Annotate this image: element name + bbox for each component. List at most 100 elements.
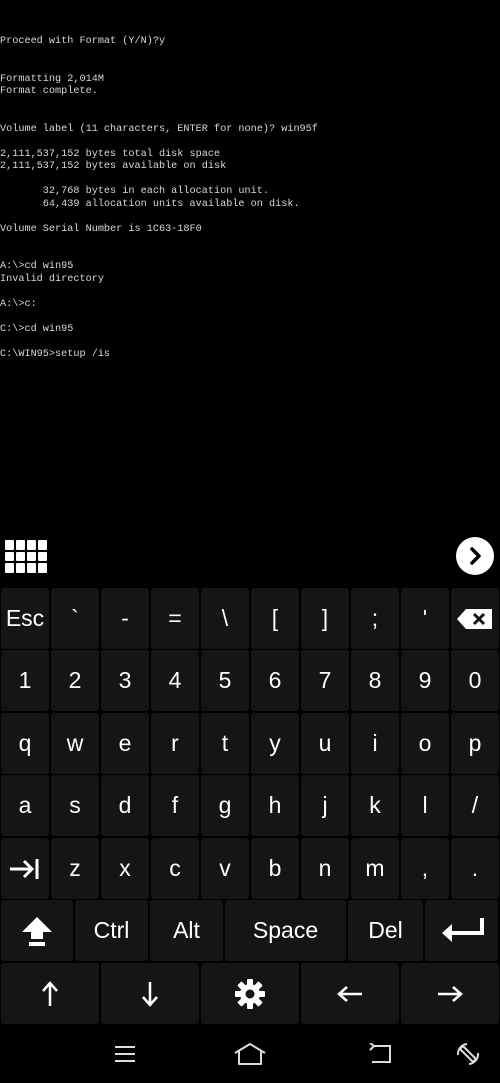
key-sym3[interactable]: = bbox=[151, 588, 199, 649]
shift-key[interactable] bbox=[1, 900, 73, 961]
key-label: 2 bbox=[68, 667, 82, 693]
key-5[interactable]: 5 bbox=[201, 650, 249, 711]
key-label: - bbox=[121, 605, 129, 631]
key-3[interactable]: 3 bbox=[101, 650, 149, 711]
arrow-left-icon bbox=[336, 984, 364, 1004]
key-label: 8 bbox=[368, 667, 382, 693]
arrow-down-key[interactable] bbox=[101, 963, 199, 1024]
key-a[interactable]: a bbox=[1, 775, 49, 836]
key-label: 4 bbox=[168, 667, 182, 693]
key-x[interactable]: x bbox=[101, 838, 149, 899]
key-t[interactable]: t bbox=[201, 713, 249, 774]
enter-key[interactable] bbox=[425, 900, 498, 961]
key-4[interactable]: 4 bbox=[151, 650, 199, 711]
key-h[interactable]: h bbox=[251, 775, 299, 836]
key-1[interactable]: 1 bbox=[1, 650, 49, 711]
key-p[interactable]: p bbox=[451, 713, 499, 774]
key-2[interactable]: 2 bbox=[51, 650, 99, 711]
key-label: j bbox=[322, 792, 328, 818]
back-icon[interactable] bbox=[362, 1038, 398, 1070]
key-d[interactable]: d bbox=[101, 775, 149, 836]
key-r[interactable]: r bbox=[151, 713, 199, 774]
key-alt[interactable]: Alt bbox=[150, 900, 223, 961]
key-6[interactable]: 6 bbox=[251, 650, 299, 711]
keyboard-modifier-row: Ctrl Alt Space Del bbox=[0, 900, 500, 961]
key-sym8[interactable]: , bbox=[401, 838, 449, 899]
android-nav-bar bbox=[0, 1025, 500, 1083]
key-sym4[interactable]: \ bbox=[201, 588, 249, 649]
key-esc[interactable]: Esc bbox=[1, 588, 49, 649]
key-label: p bbox=[468, 730, 482, 756]
key-sym8[interactable]: ' bbox=[401, 588, 449, 649]
key-label: q bbox=[18, 730, 32, 756]
key-u[interactable]: u bbox=[301, 713, 349, 774]
key-m[interactable]: m bbox=[351, 838, 399, 899]
key-sym2[interactable]: - bbox=[101, 588, 149, 649]
key-y[interactable]: y bbox=[251, 713, 299, 774]
tab-key[interactable] bbox=[1, 838, 49, 899]
key-label: t bbox=[221, 730, 229, 756]
key-w[interactable]: w bbox=[51, 713, 99, 774]
key-g[interactable]: g bbox=[201, 775, 249, 836]
key-8[interactable]: 8 bbox=[351, 650, 399, 711]
shift-icon bbox=[20, 915, 54, 947]
key-label: o bbox=[418, 730, 432, 756]
arrow-left-key[interactable] bbox=[301, 963, 399, 1024]
key-e[interactable]: e bbox=[101, 713, 149, 774]
key-o[interactable]: o bbox=[401, 713, 449, 774]
key-label: Del bbox=[368, 917, 403, 943]
key-q[interactable]: q bbox=[1, 713, 49, 774]
key-label: z bbox=[69, 855, 81, 881]
tab-icon bbox=[8, 857, 42, 881]
home-icon[interactable] bbox=[232, 1038, 268, 1070]
key-9[interactable]: 9 bbox=[401, 650, 449, 711]
keyboard-navigation-row bbox=[0, 963, 500, 1024]
key-label: g bbox=[218, 792, 232, 818]
key-label: Space bbox=[252, 917, 319, 943]
key-label: [ bbox=[271, 605, 279, 631]
key-i[interactable]: i bbox=[351, 713, 399, 774]
key-l[interactable]: l bbox=[401, 775, 449, 836]
key-label: / bbox=[471, 792, 479, 818]
key-ctrl[interactable]: Ctrl bbox=[75, 900, 148, 961]
key-b[interactable]: b bbox=[251, 838, 299, 899]
key-v[interactable]: v bbox=[201, 838, 249, 899]
arrow-right-key[interactable] bbox=[401, 963, 499, 1024]
grid-menu-icon[interactable] bbox=[5, 540, 47, 573]
key-sym1[interactable]: ` bbox=[51, 588, 99, 649]
key-sym5[interactable]: [ bbox=[251, 588, 299, 649]
key-sym7[interactable]: ; bbox=[351, 588, 399, 649]
key-label: 5 bbox=[218, 667, 232, 693]
key-f[interactable]: f bbox=[151, 775, 199, 836]
key-label: d bbox=[118, 792, 132, 818]
settings-gear-key[interactable] bbox=[201, 963, 299, 1024]
key-k[interactable]: k bbox=[351, 775, 399, 836]
key-del[interactable]: Del bbox=[348, 900, 423, 961]
key-sym6[interactable]: ] bbox=[301, 588, 349, 649]
arrow-up-key[interactable] bbox=[1, 963, 99, 1024]
key-label: 3 bbox=[118, 667, 132, 693]
arrow-right-icon bbox=[436, 984, 464, 1004]
key-label: i bbox=[372, 730, 378, 756]
key-label: 0 bbox=[468, 667, 482, 693]
key-s[interactable]: s bbox=[51, 775, 99, 836]
key-label: h bbox=[268, 792, 282, 818]
key-label: c bbox=[169, 855, 181, 881]
key-sym9[interactable]: / bbox=[451, 775, 499, 836]
next-page-button[interactable] bbox=[456, 537, 494, 575]
keyboard-row: z x c v b n m,. bbox=[0, 838, 500, 899]
key-space[interactable]: Space bbox=[225, 900, 346, 961]
key-0[interactable]: 0 bbox=[451, 650, 499, 711]
recent-apps-icon[interactable] bbox=[107, 1038, 143, 1070]
key-n[interactable]: n bbox=[301, 838, 349, 899]
key-label: b bbox=[268, 855, 282, 881]
key-7[interactable]: 7 bbox=[301, 650, 349, 711]
rotate-icon[interactable] bbox=[450, 1038, 486, 1070]
key-z[interactable]: z bbox=[51, 838, 99, 899]
key-c[interactable]: c bbox=[151, 838, 199, 899]
keyboard-row: qwertyui o p bbox=[0, 713, 500, 774]
key-j[interactable]: j bbox=[301, 775, 349, 836]
key-sym9[interactable]: . bbox=[451, 838, 499, 899]
backspace-key[interactable] bbox=[451, 588, 499, 649]
key-label: v bbox=[219, 855, 231, 881]
